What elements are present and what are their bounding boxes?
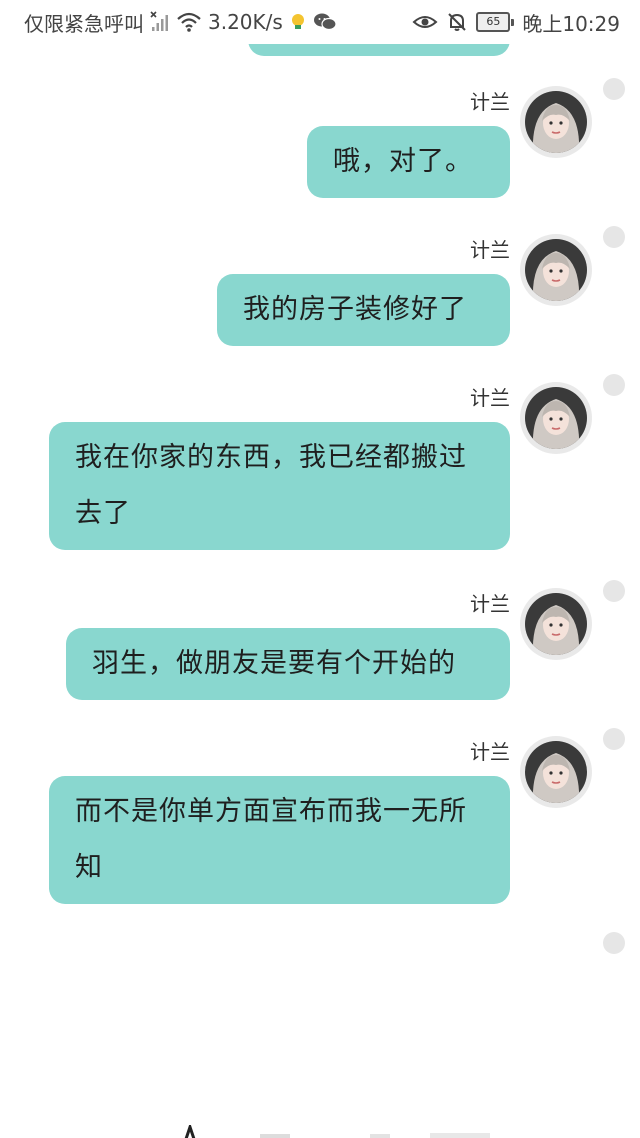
sender-name: 计兰 — [470, 386, 510, 410]
select-radio[interactable] — [603, 728, 625, 750]
select-radio[interactable] — [603, 932, 625, 954]
clock-text: 晚上10:29 — [522, 11, 620, 36]
message-row: 计兰 我在你家的东西，我已经都搬过去了 — [0, 372, 640, 562]
message-row: 计兰 羽生，做朋友是要有个开始的 — [0, 578, 640, 708]
avatar-photo-icon — [525, 593, 587, 655]
avatar-photo-icon — [525, 741, 587, 803]
sender-name: 计兰 — [470, 90, 510, 114]
message-bubble[interactable]: 而不是你单方面宣布而我一无所知 — [49, 776, 510, 904]
message-bubble[interactable]: 羽生，做朋友是要有个开始的 — [66, 628, 510, 700]
select-radio[interactable] — [603, 580, 625, 602]
avatar[interactable] — [520, 736, 592, 808]
no-signal-icon — [150, 11, 170, 33]
battery-level: 65 — [476, 12, 511, 32]
message-row: 计兰 我的房子装修好了 — [0, 224, 640, 354]
chat-area: 计兰 哦，对了。 计兰 我的房子装修好了 计兰 我在你家的东西，我已经都搬过去了… — [0, 0, 640, 1138]
avatar-photo-icon — [525, 91, 587, 153]
sender-name: 计兰 — [470, 740, 510, 764]
wechat-icon — [313, 12, 337, 32]
select-radio[interactable] — [603, 374, 625, 396]
sender-name: 计兰 — [470, 238, 510, 262]
avatar-photo-icon — [525, 239, 587, 301]
carrier-text: 仅限紧急呼叫 — [24, 11, 144, 36]
message-bubble[interactable]: 我在你家的东西，我已经都搬过去了 — [49, 422, 510, 550]
avatar[interactable] — [520, 382, 592, 454]
avatar[interactable] — [520, 86, 592, 158]
avatar[interactable] — [520, 234, 592, 306]
net-speed-text: 3.20K/s — [208, 10, 283, 34]
mute-bell-icon — [446, 11, 468, 33]
select-radio[interactable] — [603, 78, 625, 100]
tips-icon — [289, 12, 307, 32]
status-bar-right: 65 晚上10:29 — [412, 9, 620, 36]
cropped-bottom-content — [180, 1124, 520, 1138]
status-bar: 仅限紧急呼叫 3.20K/s 65 晚上10:29 — [0, 0, 640, 44]
status-bar-left: 仅限紧急呼叫 3.20K/s — [24, 9, 337, 36]
avatar[interactable] — [520, 588, 592, 660]
message-bubble[interactable]: 我的房子装修好了 — [217, 274, 510, 346]
select-radio[interactable] — [603, 226, 625, 248]
message-bubble[interactable]: 哦，对了。 — [307, 126, 510, 198]
battery-icon: 65 — [476, 12, 515, 32]
wifi-icon — [176, 11, 202, 33]
message-row: 计兰 而不是你单方面宣布而我一无所知 — [0, 726, 640, 916]
message-row: 计兰 哦，对了。 — [0, 76, 640, 206]
sender-name: 计兰 — [470, 592, 510, 616]
eye-icon — [412, 12, 438, 32]
avatar-photo-icon — [525, 387, 587, 449]
